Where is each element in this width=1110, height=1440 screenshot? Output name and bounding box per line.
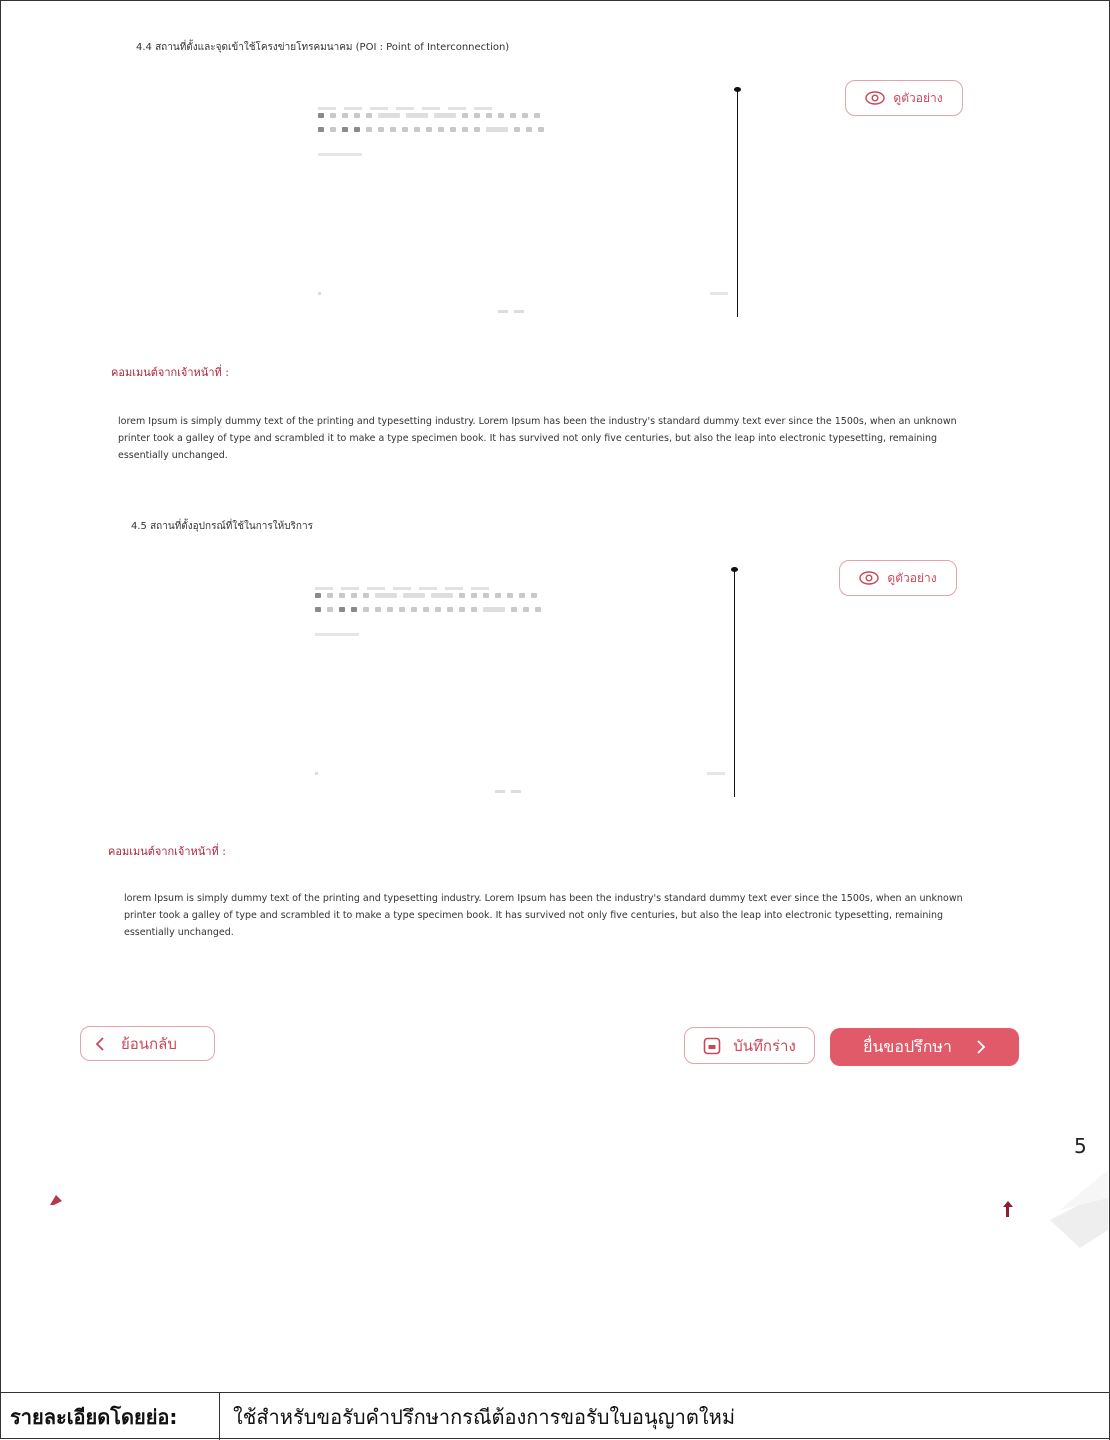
back-button[interactable]: ย้อนกลับ (80, 1026, 215, 1061)
scan-artifact-mark (50, 1195, 62, 1205)
rich-text-editor[interactable] (318, 87, 741, 325)
comment-label: คอมเมนต์จากเจ้าหน้าที่ : (108, 845, 226, 858)
scan-artifact-mark (1003, 1201, 1013, 1217)
summary-label: รายละเอียดโดยย่อ: (0, 1393, 220, 1440)
preview-button-label: ดูตัวอย่าง (893, 90, 943, 105)
editor-placeholder (318, 153, 362, 156)
editor-toolbar-row-2 (315, 607, 547, 613)
eye-icon (859, 571, 880, 585)
page-number-fragment: 5 (1074, 1134, 1087, 1158)
editor-resize-bar[interactable] (734, 571, 735, 797)
editor-resize-handle[interactable] (734, 87, 741, 92)
scan-artifact-graphic (1050, 1170, 1108, 1248)
editor-toolbar-row-1 (318, 113, 546, 119)
summary-table: รายละเอียดโดยย่อ: ใช้สำหรับขอรับคำปรึกษา… (0, 1392, 1110, 1440)
editor-resize-handle[interactable] (731, 567, 738, 572)
back-button-label: ย้อนกลับ (121, 1034, 177, 1053)
section-title: 4.4 สถานที่ตั้งและจุดเข้าใช้โครงข่ายโทรค… (136, 42, 510, 53)
save-draft-button-label: บันทึกร่าง (733, 1036, 796, 1055)
submit-consultation-button[interactable]: ยื่นขอปรึกษา (830, 1028, 1019, 1066)
comment-text: lorem Ipsum is simply dummy text of the … (124, 893, 963, 938)
editor-placeholder (315, 633, 359, 636)
editor-menubar (315, 575, 497, 590)
submit-button-label: ยื่นขอปรึกษา (863, 1036, 952, 1056)
save-draft-button[interactable]: บันทึกร่าง (684, 1027, 815, 1064)
comment-text: lorem Ipsum is simply dummy text of the … (118, 416, 957, 461)
section-title: 4.5 สถานที่ตั้งอุปกรณ์ที่ใช้ในการให้บริก… (131, 521, 313, 532)
rich-text-editor[interactable] (315, 567, 738, 805)
eye-icon (865, 91, 886, 105)
editor-menubar (318, 95, 500, 110)
editor-statusbar (495, 778, 527, 797)
preview-button[interactable]: ดูตัวอย่าง (839, 560, 957, 596)
editor-resize-bar[interactable] (737, 91, 738, 317)
editor-toolbar-row-1 (315, 593, 543, 599)
chevron-left-icon (95, 1036, 104, 1051)
chevron-right-icon (977, 1040, 986, 1054)
save-draft-icon (703, 1037, 721, 1054)
summary-value: ใช้สำหรับขอรับคำปรึกษากรณีต้องการขอรับใบ… (233, 1404, 736, 1429)
editor-toolbar-row-2 (318, 127, 550, 133)
preview-button[interactable]: ดูตัวอย่าง (845, 80, 963, 116)
editor-statusbar (498, 298, 530, 317)
comment-label: คอมเมนต์จากเจ้าหน้าที่ : (111, 366, 229, 379)
preview-button-label: ดูตัวอย่าง (887, 570, 937, 585)
